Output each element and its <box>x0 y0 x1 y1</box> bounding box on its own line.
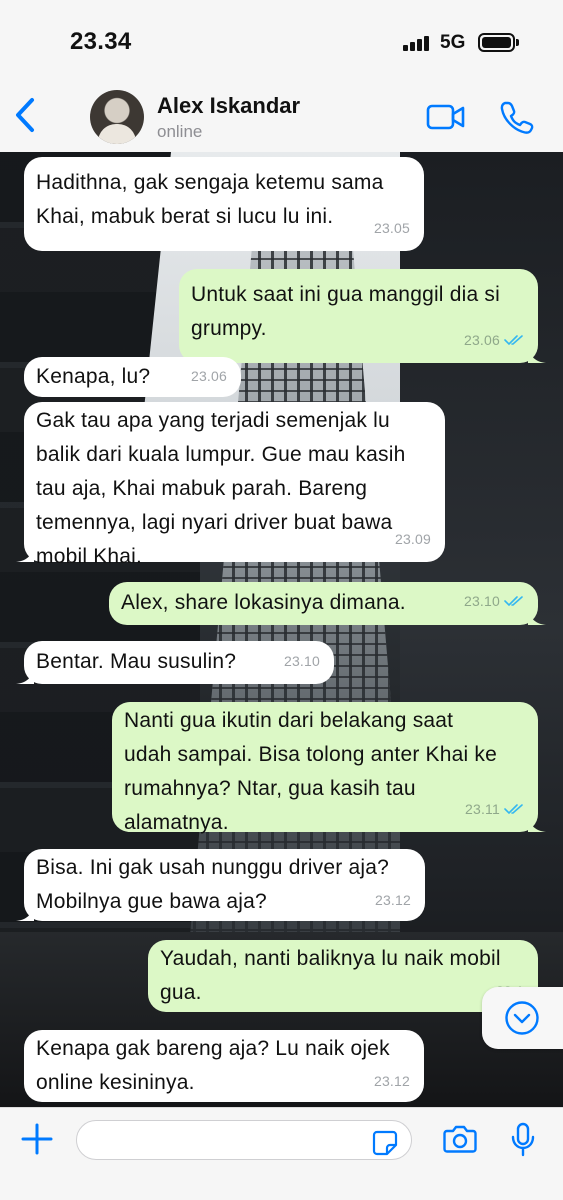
message-text: Bentar. Mau susulin? <box>36 650 237 673</box>
chat-header: Alex Iskandar online <box>0 86 563 152</box>
message-bubble-incoming[interactable]: Kenapa, lu? 23.06 <box>24 357 241 397</box>
message-bubble-incoming[interactable]: Gak tau apa yang terjadi semenjak lu bal… <box>16 402 445 568</box>
message-time: 23.06 <box>190 368 227 384</box>
message-bubble-incoming[interactable]: Bisa. Ini gak usah nunggu driver aja? Mo… <box>16 849 425 921</box>
message-meta: 23.12 <box>375 883 411 917</box>
battery-tip <box>516 39 519 46</box>
scroll-to-bottom-button[interactable] <box>482 987 563 1049</box>
bubble-tail <box>16 546 34 562</box>
avatar[interactable] <box>90 90 144 144</box>
message-time: 23.06 <box>463 332 500 348</box>
bubble-tail <box>528 347 546 363</box>
read-ticks-icon <box>504 804 523 815</box>
message-meta: 23.10 <box>464 584 524 618</box>
message-bubble-outgoing[interactable]: Yaudah, nanti baliknya lu naik mobil gua… <box>148 940 538 1012</box>
bubble-tail <box>528 816 546 832</box>
message-time: 23.10 <box>283 653 320 669</box>
chevron-down-circle-icon <box>505 1001 539 1035</box>
message-text: Nanti gua ikutin dari belakang saat udah… <box>124 709 497 834</box>
network-type: 5G <box>440 32 466 53</box>
message-bubble-outgoing[interactable]: Alex, share lokasinya dimana. 23.10 <box>109 582 546 625</box>
phone-call-icon <box>500 101 534 134</box>
plus-icon <box>21 1123 53 1155</box>
message-time: 23.05 <box>373 220 410 236</box>
status-bar: 23.34 5G <box>0 0 563 86</box>
back-chevron-icon <box>16 98 34 132</box>
message-bubble-outgoing[interactable]: Untuk saat ini gua manggil dia si grumpy… <box>179 269 546 363</box>
read-ticks-icon <box>504 596 523 607</box>
message-time: 23.12 <box>374 892 411 908</box>
camera-icon <box>443 1125 477 1153</box>
attach-button[interactable] <box>20 1122 54 1156</box>
message-meta: 23.06 <box>464 323 524 357</box>
read-ticks-icon <box>504 335 523 346</box>
message-time: 23.10 <box>463 593 500 609</box>
contact-status: online <box>157 122 203 141</box>
contact-name[interactable]: Alex Iskandar <box>157 93 300 119</box>
message-input-bar <box>0 1107 563 1200</box>
message-time: 23.09 <box>394 531 431 547</box>
signal-strength-icon <box>403 35 431 51</box>
video-call-icon <box>426 104 465 130</box>
message-text: Kenapa gak bareng aja? Lu naik ojek onli… <box>36 1037 390 1094</box>
message-bubble-incoming[interactable]: Bentar. Mau susulin? 23.10 <box>16 641 334 684</box>
message-text: Bisa. Ini gak usah nunggu driver aja? Mo… <box>36 856 389 913</box>
status-time: 23.34 <box>70 28 132 55</box>
microphone-icon <box>511 1122 535 1157</box>
camera-button[interactable] <box>443 1124 477 1154</box>
battery-icon <box>478 33 515 52</box>
sticker-icon <box>372 1130 398 1156</box>
message-meta: 23.10 <box>284 644 320 678</box>
sticker-button[interactable] <box>372 1130 398 1156</box>
bubble-tail <box>16 668 34 684</box>
message-meta: 23.06 <box>191 359 227 393</box>
message-time: 23.12 <box>373 1073 410 1089</box>
message-text: Hadithna, gak sengaja ketemu sama Khai, … <box>36 171 384 228</box>
message-bubble-incoming[interactable]: Hadithna, gak sengaja ketemu sama Khai, … <box>24 157 424 251</box>
microphone-button[interactable] <box>510 1122 536 1158</box>
message-bubble-outgoing[interactable]: Nanti gua ikutin dari belakang saat udah… <box>112 702 546 834</box>
message-bubble-incoming[interactable]: Kenapa gak bareng aja? Lu naik ojek onli… <box>24 1030 424 1102</box>
bubble-tail <box>16 905 34 921</box>
bubble-tail <box>528 609 546 625</box>
message-input[interactable] <box>76 1120 412 1160</box>
message-time: 23.11 <box>465 801 500 817</box>
chat-area[interactable]: Hadithna, gak sengaja ketemu sama Khai, … <box>0 152 563 1107</box>
message-meta: 23.05 <box>374 211 410 245</box>
message-meta: 23.11 <box>465 792 524 826</box>
phone-call-button[interactable] <box>500 100 534 134</box>
video-call-button[interactable] <box>426 103 466 131</box>
message-text: Yaudah, nanti baliknya lu naik mobil gua… <box>160 947 501 1004</box>
message-meta: 23.09 <box>395 522 431 556</box>
message-meta: 23.12 <box>374 1064 410 1098</box>
message-text: Gak tau apa yang terjadi semenjak lu bal… <box>36 409 406 568</box>
back-button[interactable] <box>8 92 42 138</box>
